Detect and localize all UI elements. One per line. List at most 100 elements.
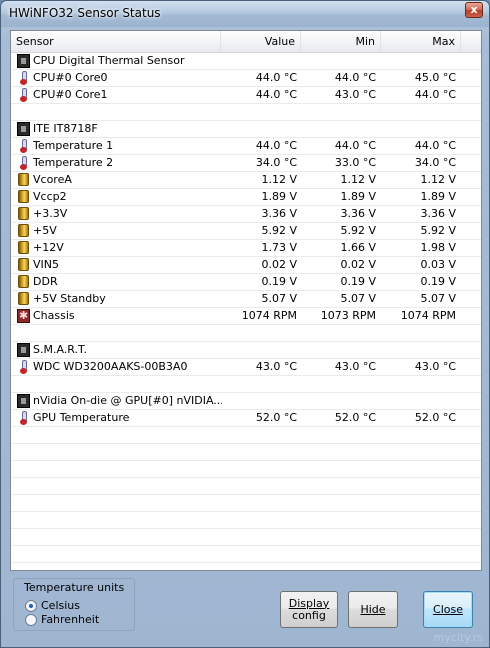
sensor-name: GPU Temperature — [33, 411, 130, 424]
voltage-icon — [18, 292, 29, 305]
column-header-min[interactable]: Min — [301, 31, 381, 52]
sensor-min: 44.0 °C — [334, 139, 376, 152]
sensor-name: Vccp2 — [33, 190, 67, 203]
table-row[interactable]: Chassis 1074 RPM 1073 RPM 1074 RPM — [11, 308, 481, 325]
sensor-max — [381, 325, 456, 341]
sensor-name-cell — [17, 325, 222, 341]
column-header-max[interactable]: Max — [381, 31, 461, 52]
table-row[interactable]: +5V Standby 5.07 V 5.07 V 5.07 V — [11, 291, 481, 308]
display-config-button[interactable]: Display config — [280, 591, 338, 628]
table-row[interactable]: DDR 0.19 V 0.19 V 0.19 V — [11, 274, 481, 291]
sensor-max — [381, 393, 456, 409]
sensor-value: 44.0 °C — [255, 139, 297, 152]
thermometer-icon — [20, 71, 27, 85]
sensor-max: 44.0 °C — [414, 88, 456, 101]
sensor-value — [222, 546, 297, 562]
sensor-value — [222, 512, 297, 528]
sensor-max — [381, 563, 456, 570]
chip-icon — [17, 343, 30, 357]
blank-row — [11, 325, 481, 342]
sensor-value: 1.89 V — [261, 190, 297, 203]
sensor-name: CPU#0 Core0 — [33, 71, 108, 84]
sensor-name-cell: +12V — [17, 240, 222, 256]
table-row[interactable]: +5V 5.92 V 5.92 V 5.92 V — [11, 223, 481, 240]
title-bar[interactable]: HWiNFO32 Sensor Status x — [1, 1, 489, 27]
sensor-name-cell — [17, 104, 222, 120]
column-header-sensor[interactable]: Sensor — [11, 31, 221, 52]
sensor-min — [301, 342, 376, 358]
blank-row — [11, 495, 481, 512]
sensor-name-cell — [17, 546, 222, 562]
column-header-value[interactable]: Value — [221, 31, 301, 52]
sensor-value — [222, 342, 297, 358]
sensor-name: S.M.A.R.T. — [33, 343, 87, 356]
voltage-icon — [18, 190, 29, 203]
radio-celsius-indicator[interactable] — [25, 600, 37, 612]
sensor-group-row[interactable]: S.M.A.R.T. — [11, 342, 481, 359]
table-row[interactable]: GPU Temperature 52.0 °C 52.0 °C 52.0 °C — [11, 410, 481, 427]
sensor-max: 0.03 V — [420, 258, 456, 271]
sensor-list[interactable]: Sensor Value Min Max CPU Digital Thermal… — [10, 30, 482, 571]
table-row[interactable]: +12V 1.73 V 1.66 V 1.98 V — [11, 240, 481, 257]
sensor-group-row[interactable]: ITE IT8718F — [11, 121, 481, 138]
sensor-max: 45.0 °C — [414, 71, 456, 84]
table-row[interactable]: CPU#0 Core0 44.0 °C 44.0 °C 45.0 °C — [11, 70, 481, 87]
sensor-name-cell — [17, 444, 222, 460]
voltage-icon — [18, 275, 29, 288]
sensor-value: 1.73 V — [261, 241, 297, 254]
sensor-min — [301, 393, 376, 409]
sensor-value — [222, 529, 297, 545]
temperature-units-title: Temperature units — [24, 581, 125, 594]
sensor-value — [222, 325, 297, 341]
chip-icon — [17, 122, 30, 136]
sensor-value — [222, 53, 297, 69]
table-row[interactable]: Vccp2 1.89 V 1.89 V 1.89 V — [11, 189, 481, 206]
radio-fahrenheit-indicator[interactable] — [25, 614, 37, 626]
sensor-max: 0.19 V — [420, 275, 456, 288]
sensor-name: Temperature 2 — [33, 156, 114, 169]
sensor-value — [222, 393, 297, 409]
sensor-group-row[interactable]: nVidia On-die @ GPU[#0] nVIDIA... — [11, 393, 481, 410]
window-close-button[interactable]: x — [465, 2, 483, 18]
sensor-min — [301, 53, 376, 69]
sensor-name: +5V Standby — [33, 292, 106, 305]
voltage-icon — [18, 224, 29, 237]
chip-icon — [17, 54, 30, 68]
sensor-name-cell: CPU#0 Core1 — [17, 87, 222, 103]
table-row[interactable]: +3.3V 3.36 V 3.36 V 3.36 V — [11, 206, 481, 223]
sensor-value — [222, 563, 297, 570]
table-row[interactable]: Temperature 1 44.0 °C 44.0 °C 44.0 °C — [11, 138, 481, 155]
voltage-icon — [18, 258, 29, 271]
sensor-min — [301, 104, 376, 120]
display-config-label-line2: config — [292, 608, 326, 622]
sensor-value — [222, 444, 297, 460]
close-button[interactable]: Close — [423, 591, 473, 628]
sensor-name-cell: GPU Temperature — [17, 410, 222, 426]
sensor-min: 33.0 °C — [334, 156, 376, 169]
sensor-min: 5.92 V — [340, 224, 376, 237]
sensor-name-cell: CPU Digital Thermal Sensor — [17, 53, 222, 69]
sensor-max: 1074 RPM — [400, 309, 456, 322]
thermometer-icon — [20, 156, 27, 170]
list-header: Sensor Value Min Max — [11, 31, 481, 53]
table-row[interactable]: VIN5 0.02 V 0.02 V 0.03 V — [11, 257, 481, 274]
thermometer-icon — [20, 88, 27, 102]
blank-row — [11, 104, 481, 121]
table-row[interactable]: WDC WD3200AAKS-00B3A0 43.0 °C 43.0 °C 43.0 … — [11, 359, 481, 376]
sensor-value: 34.0 °C — [255, 156, 297, 169]
sensor-name-cell: CPU#0 Core0 — [17, 70, 222, 86]
sensor-value: 5.07 V — [261, 292, 297, 305]
table-row[interactable]: VcoreA 1.12 V 1.12 V 1.12 V — [11, 172, 481, 189]
blank-row — [11, 512, 481, 529]
sensor-name-cell — [17, 529, 222, 545]
sensor-min — [301, 478, 376, 494]
sensor-name-cell: Chassis — [17, 308, 222, 324]
sensor-name-cell: S.M.A.R.T. — [17, 342, 222, 358]
sensor-max: 1.12 V — [420, 173, 456, 186]
table-row[interactable]: Temperature 2 34.0 °C 33.0 °C 34.0 °C — [11, 155, 481, 172]
table-row[interactable]: CPU#0 Core1 44.0 °C 43.0 °C 44.0 °C — [11, 87, 481, 104]
sensor-name: +3.3V — [33, 207, 68, 220]
sensor-group-row[interactable]: CPU Digital Thermal Sensor — [11, 53, 481, 70]
hide-button[interactable]: Hide — [348, 591, 398, 628]
sensor-min — [301, 427, 376, 443]
